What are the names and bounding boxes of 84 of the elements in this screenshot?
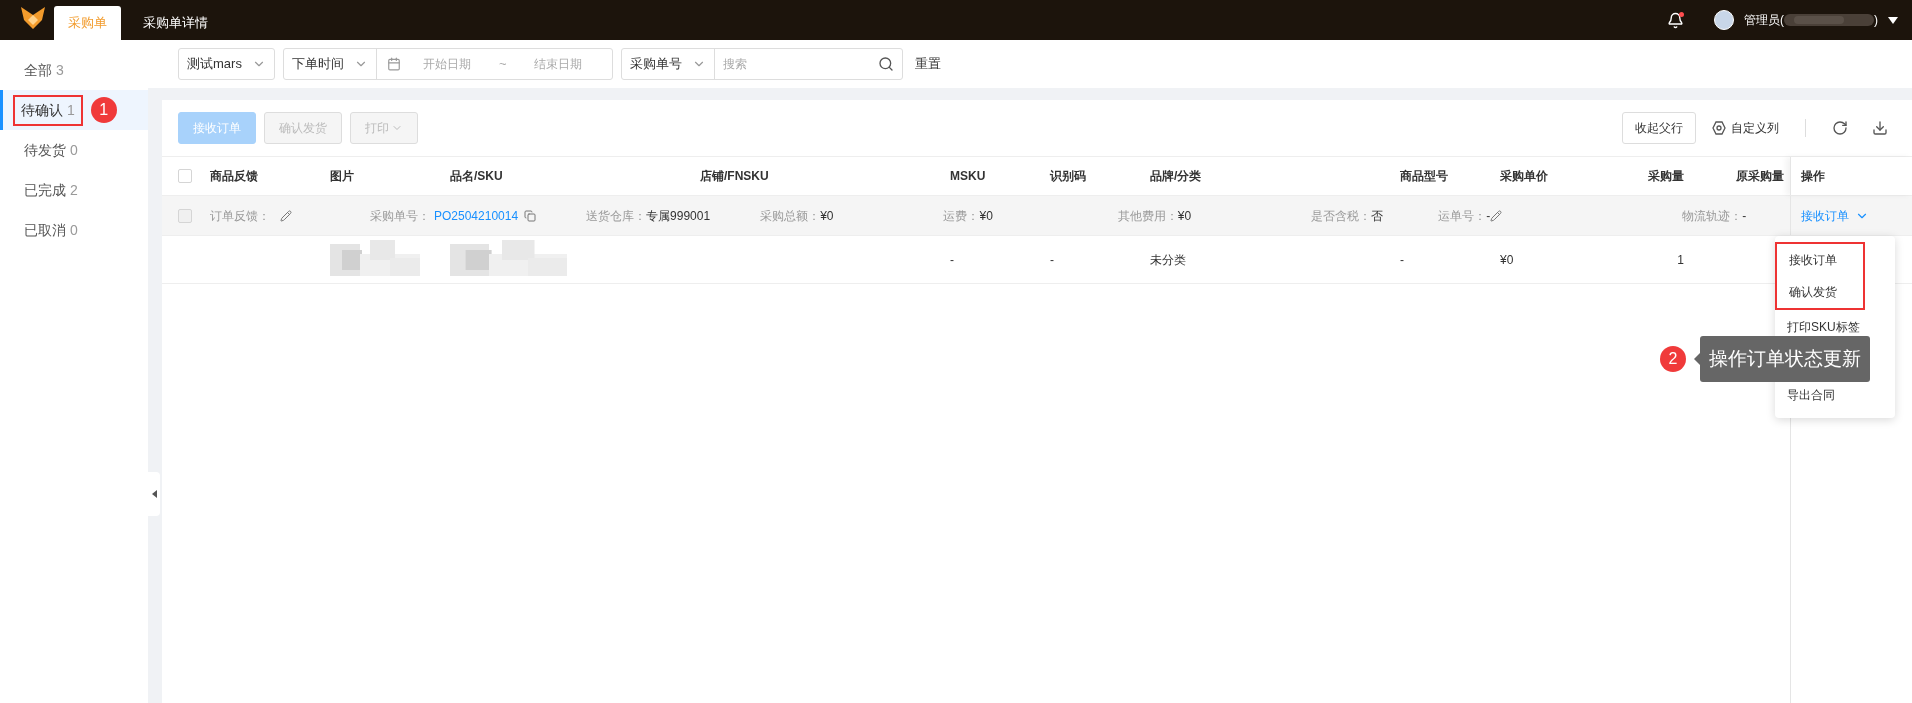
sidebar-item[interactable]: 待确认 1 1 (0, 90, 148, 130)
total-value: ¥0 (820, 207, 834, 225)
column-header: 图片 (330, 168, 355, 185)
step-marker: 1 (90, 97, 117, 123)
item-label: 待发货 (24, 141, 67, 158)
search-field[interactable]: 采购单号 搜索 (620, 48, 903, 80)
item-label: 已取消 (24, 221, 67, 238)
copy-icon[interactable] (524, 209, 537, 222)
warehouse-value: 专属999001 (646, 207, 711, 225)
other-fee-value: ¥0 (1177, 207, 1192, 225)
fox-logo-icon (20, 6, 46, 30)
store-select[interactable]: 测试mars (178, 48, 275, 80)
item-count: 2 (69, 181, 78, 198)
freight-label: 运费： (943, 207, 980, 225)
tax-value: 否 (1371, 207, 1384, 225)
waybill-label: 运单号： (1438, 207, 1487, 225)
column-header: 品牌/分类 (1150, 168, 1203, 185)
total-label: 采购总额： (760, 207, 821, 225)
logistics-value: - (1742, 207, 1747, 225)
edit-icon[interactable] (280, 209, 292, 222)
column-header: 原采购量 (1735, 168, 1785, 185)
item-count: 0 (69, 141, 78, 158)
edit-icon[interactable] (1490, 209, 1503, 222)
column-header: 识别码 (1050, 168, 1087, 185)
column-header: 采购单价 (1500, 168, 1549, 185)
sidebar-item[interactable]: 待发货 0 (0, 130, 148, 170)
tooltip: 操作订单状态更新 (1694, 336, 1870, 382)
user-name: 管理员( (1744, 12, 1784, 29)
calendar-icon (386, 57, 401, 71)
sidebar-item[interactable]: 已完成 2 (0, 170, 148, 210)
table-cell-text: 未分类 (1150, 251, 1187, 269)
column-header: 品名/SKU (450, 168, 504, 185)
select-all-checkbox[interactable] (178, 169, 192, 183)
item-count: 0 (69, 221, 78, 238)
table-cell-text: ¥0 (1500, 251, 1515, 269)
table-cell-text: - (950, 251, 955, 269)
avatar-icon[interactable] (1714, 10, 1734, 30)
custom-columns-button[interactable]: 自定义列 (1704, 112, 1787, 144)
item-count: 3 (55, 61, 64, 78)
column-header: MSKU (950, 168, 987, 185)
collapse-handle[interactable] (148, 472, 160, 516)
sidebar-item[interactable]: 已取消 0 (0, 210, 148, 250)
table-cell-text: 1 (1676, 251, 1685, 269)
caret-icon[interactable] (1888, 16, 1898, 24)
date-filter[interactable]: 下单时间 开始日期 ~ 结束日期 (282, 48, 613, 80)
item-label: 全部 (24, 61, 53, 78)
column-header: 商品反馈 (210, 168, 259, 185)
date-placeholder: 开始日期 (422, 56, 471, 73)
refresh-icon[interactable] (1832, 120, 1848, 136)
item-label: 待确认 (21, 101, 64, 118)
column-header: 商品型号 (1400, 168, 1449, 185)
bell-icon[interactable] (1667, 11, 1684, 29)
collapse-rows-button[interactable]: 收起父行 (1622, 112, 1696, 144)
other-fee-label: 其他费用： (1117, 207, 1178, 225)
freight-value: ¥0 (979, 207, 993, 225)
date-placeholder: 结束日期 (534, 56, 583, 73)
feedback-label: 订单反馈： (210, 207, 271, 225)
reset-button[interactable]: 重置 (914, 54, 941, 74)
column-header: 采购量 (1647, 168, 1685, 185)
item-label: 已完成 (24, 181, 67, 198)
search-type-select[interactable]: 采购单号 (621, 49, 715, 79)
waybill-value: - (1486, 207, 1491, 225)
warehouse-label: 送货仓库： (586, 207, 647, 225)
tab[interactable]: 采购单详情 (129, 6, 222, 40)
hexagon-icon (1712, 121, 1726, 135)
sidebar-item[interactable]: 全部 3 (0, 50, 148, 90)
menu-item[interactable]: 接收订单 (1775, 242, 1865, 276)
time-select[interactable]: 下单时间 (283, 49, 377, 79)
caret-icon (151, 490, 157, 498)
table-cell-text: - (1400, 251, 1405, 269)
user-name: ) (1874, 12, 1878, 29)
column-header: 店铺/FNSKU (700, 168, 770, 185)
column-header: 操作 (1790, 157, 1912, 195)
step-marker: 2 (1660, 346, 1686, 372)
row-checkbox[interactable] (178, 208, 192, 223)
item-count: 1 (66, 101, 75, 118)
download-icon[interactable] (1872, 120, 1888, 136)
search-icon (877, 56, 894, 72)
date-separator: ~ (498, 55, 507, 74)
table-cell-text: - (1050, 251, 1055, 269)
menu-item[interactable]: 确认发货 (1775, 276, 1865, 310)
logistics-label: 物流轨迹： (1682, 207, 1743, 225)
tax-label: 是否含税： (1311, 207, 1372, 225)
order-label: 采购单号： (370, 207, 430, 225)
